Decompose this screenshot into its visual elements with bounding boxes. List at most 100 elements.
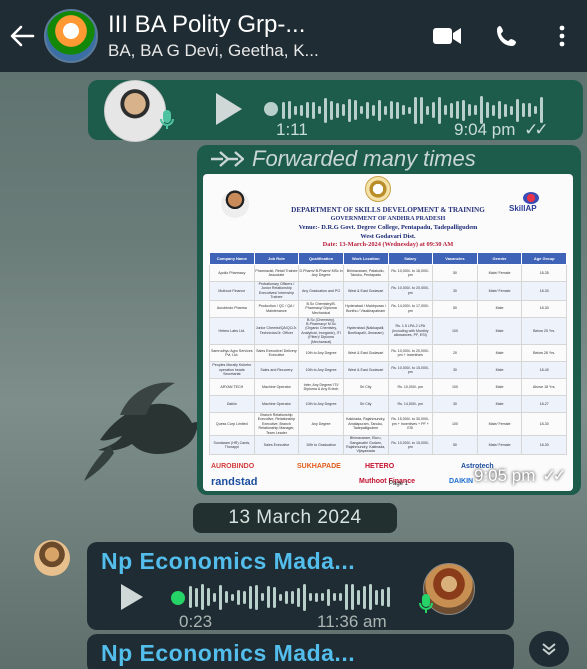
waveform-bar (273, 586, 276, 608)
waveform-bar (333, 593, 336, 601)
table-cell: ARYAN TECH (209, 378, 255, 397)
scroll-down-button[interactable] (529, 631, 569, 667)
company-logo: HETERO (365, 463, 395, 470)
waveform-bar (201, 584, 204, 610)
waveform-bar (261, 593, 264, 601)
waveform-bar (381, 588, 384, 606)
forwarded-label: Forwarded many times (210, 146, 476, 172)
table-header-cell: Job Role (253, 252, 300, 265)
waveform-bar (369, 584, 372, 610)
table-cell: 10th to Graduation (298, 435, 344, 455)
table-cell: West & East Godavari (342, 361, 389, 380)
table-cell: 20 (432, 344, 478, 363)
waveform-bar (249, 585, 252, 609)
table-cell: Sales Executive/ Delivery Executive (253, 344, 300, 363)
sender-name[interactable]: Np Economics Mada... (101, 548, 355, 575)
waveform-bar (498, 101, 501, 119)
more-vertical-icon[interactable] (537, 0, 587, 72)
phone-icon[interactable] (477, 0, 537, 72)
table-row: Daikin Machine Operator 10th to Any Degree… (209, 395, 567, 414)
voice-progress-dot[interactable] (171, 591, 185, 605)
waveform-bar (387, 587, 390, 607)
table-cell: 100 (432, 412, 478, 437)
table-row: Hetero Labs Ltd. Junior Chemist/QA/QC/Jr.… (209, 316, 567, 346)
table-cell: Any Graduation and PG (298, 281, 344, 301)
table-cell: Above 18 Yrs. (521, 378, 567, 397)
message-time: 9:04 pm ✓✓ (454, 120, 549, 140)
poster-department: DEPARTMENT OF SKILLS DEVELOPMENT & TRAIN… (291, 206, 485, 214)
table-cell: Inter, Any Degree/ ITI/ Diploma & Any B.… (298, 378, 344, 397)
waveform-bar (528, 103, 531, 117)
table-cell: 18-27 (521, 395, 567, 414)
waveform-bar (432, 102, 435, 118)
waveform-bar (294, 105, 297, 115)
table-header-cell: Salary (387, 252, 434, 265)
poster-district: West Godavari Dist. (360, 233, 416, 240)
arrow-left-icon[interactable] (0, 0, 44, 72)
play-icon[interactable] (216, 93, 242, 125)
waveform-bar (516, 98, 519, 122)
waveform-bar (279, 593, 282, 601)
table-cell: 50 (432, 264, 478, 282)
waveform-bar (306, 102, 309, 118)
waveform-bar (336, 102, 339, 118)
table-cell: B.Sc Chemistry/B. Pharmacy/ Diploma Mech… (298, 299, 344, 318)
table-cell: Male/ Female (476, 435, 523, 455)
waveform-bar (324, 97, 327, 123)
group-avatar[interactable] (44, 9, 98, 63)
table-header-cell: Gender (476, 252, 523, 265)
waveform-bar (366, 101, 369, 119)
waveform-bar (408, 106, 411, 114)
message-incoming[interactable]: Np Economics Mada... (87, 634, 514, 669)
voice-waveform[interactable] (189, 582, 390, 612)
voice-message-outgoing[interactable]: 1:11 9:04 pm ✓✓ (88, 80, 583, 142)
company-logo: SUKHAPADE (297, 463, 341, 470)
waveform-bar (219, 584, 222, 610)
table-row: Quess Corp Limited Branch Relationship Ex… (209, 412, 567, 437)
table-cell: 18-40 (521, 361, 567, 380)
table-cell: Rs. 14,500/- pm (387, 395, 434, 414)
voice-duration: 1:11 (276, 120, 308, 139)
waveform-bar (414, 96, 417, 124)
waveform-bar (297, 587, 300, 607)
poster-header: SkillAP DEPARTMENT OF SKILLS DEVELOPMENT… (203, 174, 573, 250)
waveform-bar (357, 589, 360, 605)
waveform-bar (351, 584, 354, 610)
waveform-bar (303, 583, 306, 611)
waveform-bar (450, 102, 453, 118)
table-cell: Male (476, 316, 523, 346)
table-cell: Hetero Labs Ltd. (209, 316, 255, 346)
date-separator: 13 March 2024 (193, 503, 397, 533)
double-check-icon: ✓✓ (524, 120, 548, 139)
chat-title-area[interactable]: III BA Polity Grp-... BA, BA G Devi, Gee… (108, 11, 417, 61)
table-cell: Any Degree (298, 412, 344, 437)
video-call-icon[interactable] (417, 0, 477, 72)
table-cell: West & East Godavari (342, 281, 389, 301)
company-logo: DAIKIN (449, 478, 474, 485)
waveform-bar (468, 104, 471, 116)
table-cell: Rs. 15,000/- to 30,000/- pm + Incentives… (387, 412, 434, 437)
sender-avatar[interactable] (34, 540, 70, 576)
double-chevron-down-icon (542, 643, 556, 656)
table-cell: Sales Executive (253, 435, 300, 455)
waveform-bar (462, 99, 465, 121)
waveform-bar (207, 588, 210, 606)
voice-progress-dot[interactable] (264, 102, 278, 116)
table-cell: Hyderabad / Mahbpurao / Bonthu / Visakha… (342, 299, 389, 318)
table-row: Apollo Pharmacy Pharmacist, Retail Traine… (209, 264, 567, 282)
voice-sender-avatar (104, 80, 166, 142)
mic-icon (419, 594, 433, 620)
chat-participants: BA, BA G Devi, Geetha, K... (108, 41, 319, 60)
jobs-table: Company Name Job Role Qualification Work Lo… (209, 252, 567, 455)
chat-header: III BA Polity Grp-... BA, BA G Devi, Gee… (0, 0, 587, 72)
table-cell: Bhimavaram, Palakollu, Tanuku, Pentapadu (342, 264, 389, 282)
waveform-bar (231, 593, 234, 601)
job-fair-poster[interactable]: SkillAP DEPARTMENT OF SKILLS DEVELOPMENT… (203, 174, 573, 491)
table-cell: Production / QC / QA / Maintenance (253, 299, 300, 318)
play-icon[interactable] (121, 584, 143, 610)
waveform-bar (378, 99, 381, 121)
table-cell: 18-30 (521, 281, 567, 301)
waveform-bar (534, 106, 537, 114)
sender-name[interactable]: Np Economics Mada... (101, 640, 355, 667)
waveform-bar (474, 105, 477, 115)
